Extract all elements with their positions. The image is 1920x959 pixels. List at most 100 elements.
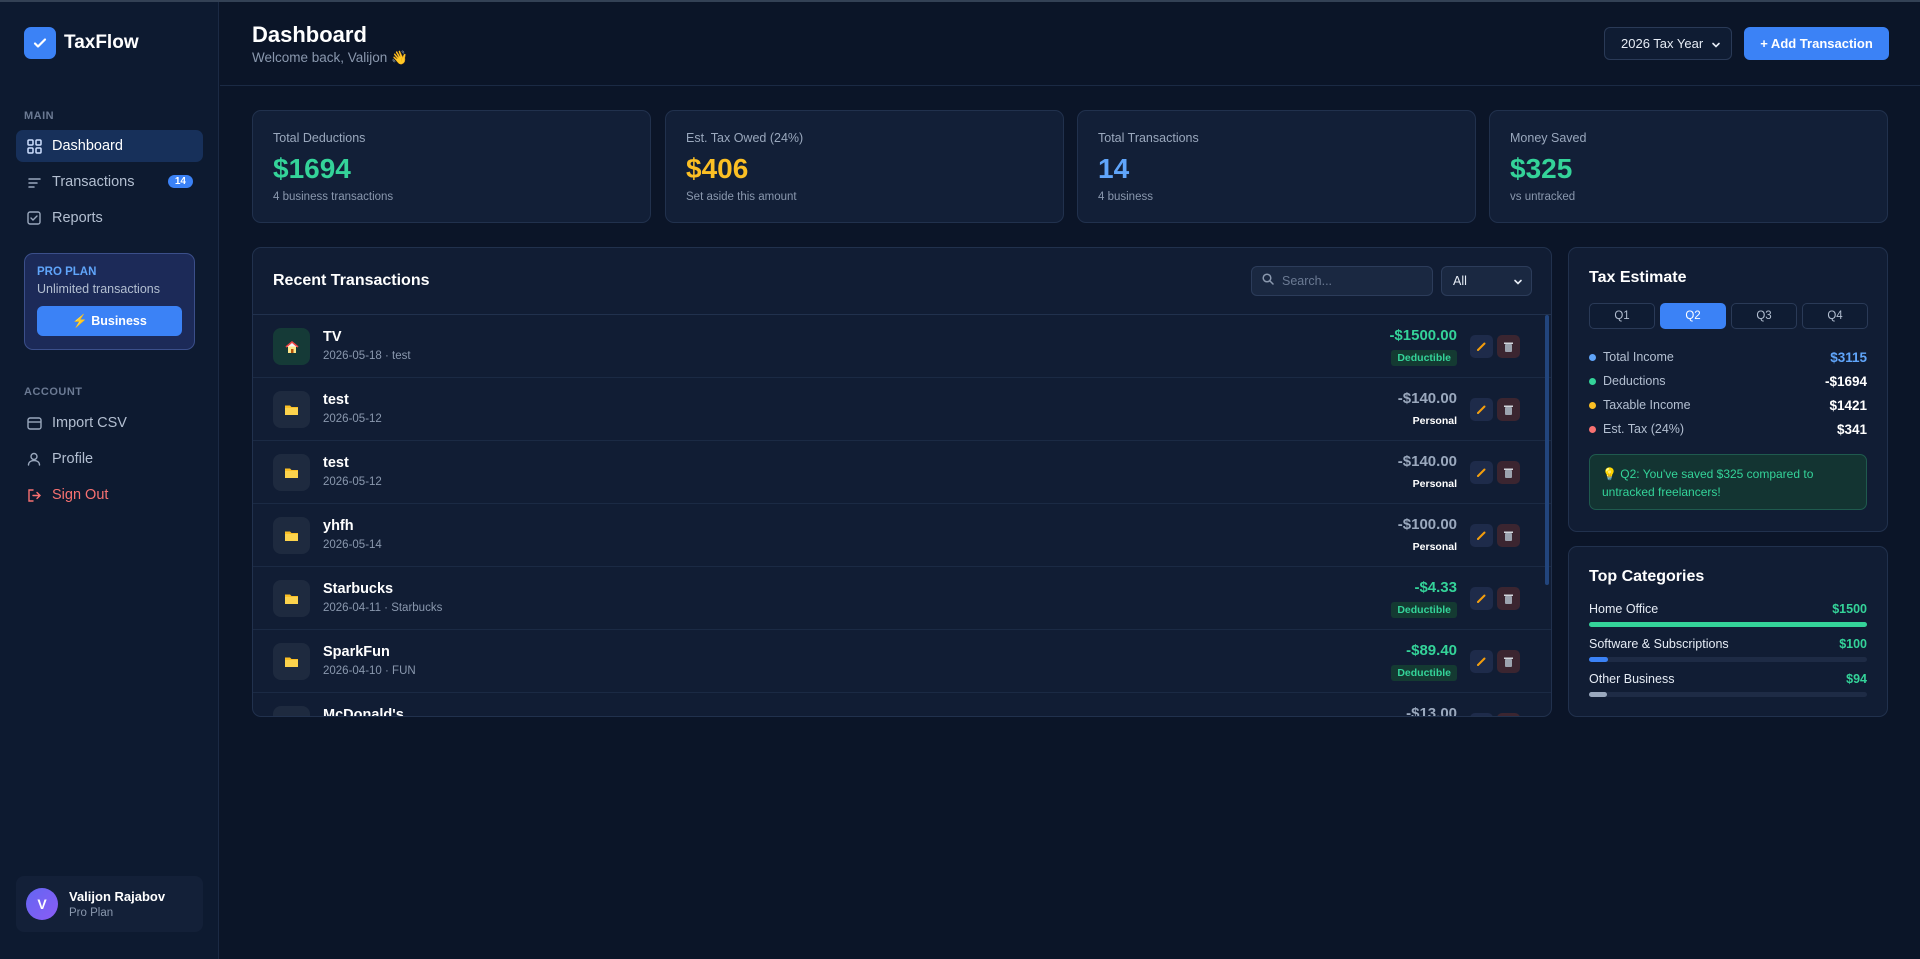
stat-value: $325 xyxy=(1510,153,1573,184)
sidebar: TaxFlow MAIN Dashboard Transactions 14 R… xyxy=(0,2,219,959)
category-value: $94 xyxy=(1846,672,1867,686)
trash-icon[interactable] xyxy=(1497,650,1520,673)
filter-value: All xyxy=(1453,274,1467,288)
sidebar-item-label: Sign Out xyxy=(52,487,109,503)
transaction-amount: -$89.40 xyxy=(1406,642,1457,659)
account-section-label: ACCOUNT xyxy=(24,386,83,398)
sidebar-item-import-csv[interactable]: Import CSV xyxy=(16,407,203,439)
category-label: Home Office xyxy=(1589,602,1659,616)
transactions-scrollbar[interactable] xyxy=(1545,315,1549,585)
trash-icon[interactable] xyxy=(1497,461,1520,484)
category-label: Software & Subscriptions xyxy=(1589,637,1729,651)
welcome-subtitle: Welcome back, Valijon 👋 xyxy=(252,50,408,65)
edit-pencil-icon[interactable] xyxy=(1470,398,1493,421)
main-section-label: MAIN xyxy=(24,110,55,122)
tab-q4[interactable]: Q4 xyxy=(1802,303,1868,329)
trash-icon[interactable] xyxy=(1497,587,1520,610)
transaction-name: Starbucks xyxy=(323,581,394,597)
transaction-meta: 2026-05-12 xyxy=(323,413,382,425)
sidebar-item-reports[interactable]: Reports xyxy=(16,202,203,234)
trash-icon[interactable] xyxy=(1497,398,1520,421)
avatar: V xyxy=(26,888,58,920)
recent-transactions-panel: Recent Transactions All TV 2026-05-18 · … xyxy=(252,247,1552,717)
page-title: Dashboard xyxy=(252,22,367,47)
transaction-amount: -$140.00 xyxy=(1397,453,1457,470)
tax-row-label: Total Income xyxy=(1603,350,1674,364)
edit-pencil-icon[interactable] xyxy=(1470,461,1493,484)
transaction-name: test xyxy=(323,392,349,408)
tax-row-label: Taxable Income xyxy=(1603,398,1691,412)
category-progress-fill xyxy=(1589,657,1608,662)
stat-card-est-tax-owed: Est. Tax Owed (24%) $406 Set aside this … xyxy=(665,110,1064,223)
stat-label: Money Saved xyxy=(1510,131,1587,145)
tab-q2[interactable]: Q2 xyxy=(1660,303,1726,329)
top-categories-panel: Top Categories Home Office $1500 Softwar… xyxy=(1568,546,1888,717)
trash-icon[interactable] xyxy=(1497,713,1520,716)
tab-q1[interactable]: Q1 xyxy=(1589,303,1655,329)
tax-year-select[interactable]: 2026 Tax Year xyxy=(1604,27,1732,60)
deductible-badge: Deductible xyxy=(1391,665,1457,681)
stat-label: Total Deductions xyxy=(273,131,366,145)
transactions-list[interactable]: TV 2026-05-18 · test -$1500.00 Deductibl… xyxy=(253,315,1551,717)
folder-icon xyxy=(273,580,310,617)
trash-icon[interactable] xyxy=(1497,335,1520,358)
tab-q3[interactable]: Q3 xyxy=(1731,303,1797,329)
search-input[interactable] xyxy=(1282,274,1422,288)
stat-subtext: vs untracked xyxy=(1510,191,1576,203)
transaction-row[interactable]: Starbucks 2026-04-11 · Starbucks -$4.33 … xyxy=(253,567,1551,630)
transaction-row[interactable]: SparkFun 2026-04-10 · FUN -$89.40 Deduct… xyxy=(253,630,1551,693)
search-box[interactable] xyxy=(1251,266,1433,296)
checkbox-icon xyxy=(26,210,42,226)
deductible-badge: Deductible xyxy=(1391,602,1457,618)
business-plan-button[interactable]: ⚡ Business xyxy=(37,306,182,336)
tax-row-value: $1421 xyxy=(1829,398,1867,413)
edit-pencil-icon[interactable] xyxy=(1470,650,1493,673)
folder-icon xyxy=(273,391,310,428)
transaction-row[interactable]: TV 2026-05-18 · test -$1500.00 Deductibl… xyxy=(253,315,1551,378)
status-dot xyxy=(1589,378,1596,385)
category-progress-bar xyxy=(1589,622,1867,627)
brand[interactable]: TaxFlow xyxy=(24,27,139,59)
category-value: $1500 xyxy=(1832,602,1867,616)
trash-icon[interactable] xyxy=(1497,524,1520,547)
transaction-meta: 2026-05-18 · test xyxy=(323,350,411,362)
app-name: TaxFlow xyxy=(64,32,139,53)
sidebar-item-dashboard[interactable]: Dashboard xyxy=(16,130,203,162)
category-progress-bar xyxy=(1589,692,1867,697)
type-filter-select[interactable]: All xyxy=(1441,266,1532,296)
pro-plan-title: PRO PLAN xyxy=(37,266,97,278)
edit-pencil-icon[interactable] xyxy=(1470,335,1493,358)
tax-row-label: Est. Tax (24%) xyxy=(1603,422,1685,436)
transaction-row[interactable]: test 2026-05-12 -$140.00 Personal xyxy=(253,378,1551,441)
transaction-amount: -$100.00 xyxy=(1397,516,1457,533)
sidebar-item-label: Dashboard xyxy=(52,138,123,154)
tax-row-est-tax: Est. Tax (24%) $341 xyxy=(1589,421,1867,439)
transaction-row[interactable]: yhfh 2026-05-14 -$100.00 Personal xyxy=(253,504,1551,567)
transaction-row[interactable]: test 2026-05-12 -$140.00 Personal xyxy=(253,441,1551,504)
user-profile-card[interactable]: V Valijon Rajabov Pro Plan xyxy=(16,876,203,932)
card-icon xyxy=(26,415,42,431)
page-header: Dashboard Welcome back, Valijon 👋 2026 T… xyxy=(220,2,1920,86)
personal-badge: Personal xyxy=(1412,415,1457,427)
status-dot xyxy=(1589,354,1596,361)
sidebar-item-label: Reports xyxy=(52,210,103,226)
sidebar-item-profile[interactable]: Profile xyxy=(16,443,203,475)
user-icon xyxy=(26,451,42,467)
check-logo-icon xyxy=(24,27,56,59)
transaction-meta: 2026-05-14 xyxy=(323,539,382,551)
transaction-row[interactable]: McDonald's -$13.00 xyxy=(253,693,1551,717)
tax-row-taxable-income: Taxable Income $1421 xyxy=(1589,397,1867,415)
transaction-amount: -$4.33 xyxy=(1414,579,1457,596)
edit-pencil-icon[interactable] xyxy=(1470,587,1493,610)
sidebar-item-sign-out[interactable]: Sign Out xyxy=(16,479,203,511)
edit-pencil-icon[interactable] xyxy=(1470,524,1493,547)
transaction-name: McDonald's xyxy=(323,707,404,717)
stat-card-total-deductions: Total Deductions $1694 4 business transa… xyxy=(252,110,651,223)
transaction-meta: 2026-04-11 · Starbucks xyxy=(323,602,443,614)
stat-subtext: 4 business transactions xyxy=(273,191,394,203)
tax-row-deductions: Deductions -$1694 xyxy=(1589,373,1867,391)
sidebar-item-transactions[interactable]: Transactions 14 xyxy=(16,166,203,198)
personal-badge: Personal xyxy=(1412,478,1457,490)
edit-pencil-icon[interactable] xyxy=(1470,713,1493,716)
add-transaction-button[interactable]: + Add Transaction xyxy=(1744,27,1889,60)
